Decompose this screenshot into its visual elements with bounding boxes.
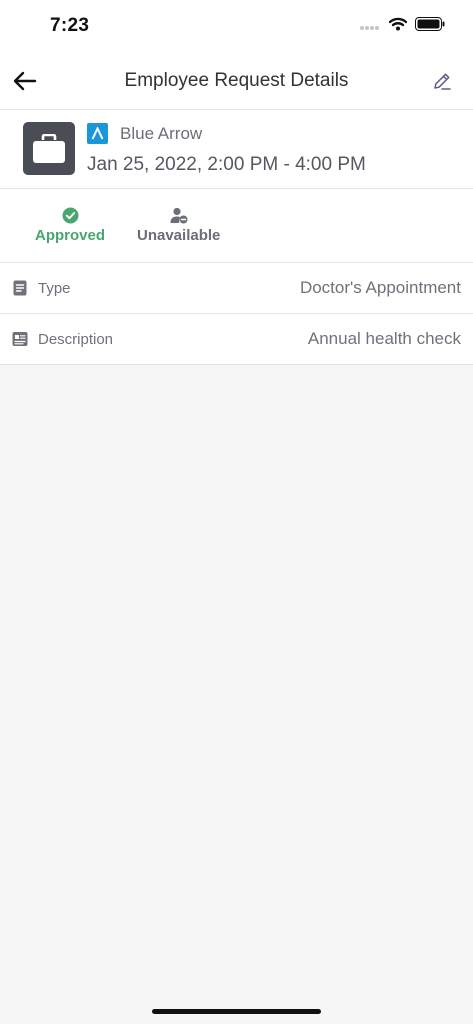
page-title: Employee Request Details xyxy=(124,70,349,91)
detail-label: Type xyxy=(38,280,71,297)
home-indicator[interactable] xyxy=(152,1009,321,1014)
approved-status: Approved xyxy=(35,207,105,244)
status-row: Approved Unavailable xyxy=(0,189,473,263)
detail-row-description: Description Annual health check xyxy=(0,314,473,365)
check-circle-icon xyxy=(62,207,78,224)
status-label: Unavailable xyxy=(137,227,221,244)
description-icon xyxy=(12,332,28,346)
status-bar: 7:23 xyxy=(0,0,473,52)
nav-bar: Employee Request Details xyxy=(0,52,473,110)
detail-value: Annual health check xyxy=(307,329,461,348)
status-icons xyxy=(359,17,445,36)
briefcase-icon xyxy=(33,133,65,163)
unavailable-status: Unavailable xyxy=(137,207,220,244)
person-unavailable-icon xyxy=(170,207,188,224)
detail-label: Description xyxy=(38,331,114,348)
detail-value: Doctor's Appointment xyxy=(299,278,461,297)
category-icon-box xyxy=(23,122,75,175)
request-date-range: Jan 25, 2022, 2:00 PM - 4:00 PM xyxy=(87,154,366,175)
battery-icon xyxy=(415,17,445,36)
status-label: Approved xyxy=(35,227,106,244)
document-icon xyxy=(13,280,27,296)
wifi-icon xyxy=(388,17,408,36)
edit-button[interactable] xyxy=(429,68,455,94)
organization-name: Blue Arrow xyxy=(120,124,203,143)
pencil-icon xyxy=(434,73,451,90)
status-time: 7:23 xyxy=(50,15,90,36)
detail-row-type: Type Doctor's Appointment xyxy=(0,263,473,314)
blue-arrow-logo xyxy=(87,123,108,144)
cellular-dots-icon xyxy=(359,18,381,36)
request-header: Blue Arrow Jan 25, 2022, 2:00 PM - 4:00 … xyxy=(0,110,473,189)
